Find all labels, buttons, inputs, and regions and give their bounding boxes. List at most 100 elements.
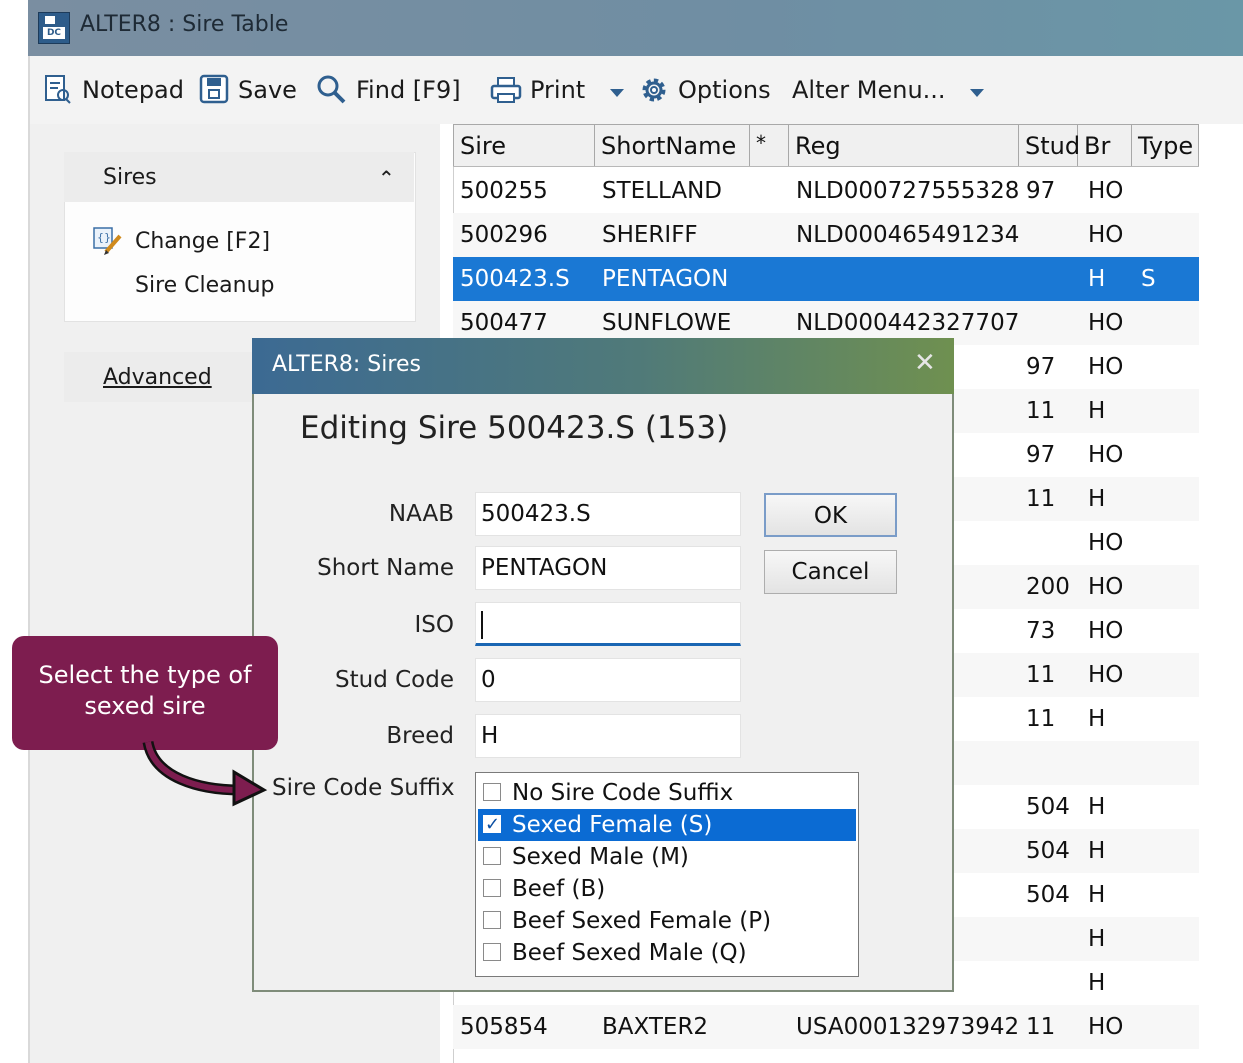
find-button[interactable]: Find [F9] — [356, 76, 461, 104]
suffix-option-label: Sexed Female (S) — [512, 812, 713, 838]
cell-reg: NLD000727555328 — [796, 178, 1020, 204]
short-name-label: Short Name — [317, 555, 454, 581]
iso-field[interactable] — [475, 602, 741, 646]
cell-br: H — [1088, 398, 1106, 424]
cell-br: HO — [1088, 574, 1124, 600]
save-button[interactable]: Save — [238, 76, 297, 104]
cell-stud: 11 — [1026, 706, 1056, 732]
cell-sire: 505854 — [460, 1014, 548, 1040]
table-row[interactable]: 500296 SHERIFF NLD000465491234 HO — [453, 213, 1199, 257]
short-name-field[interactable]: PENTAGON — [475, 546, 741, 590]
checkbox[interactable] — [483, 847, 501, 865]
cell-br: HO — [1088, 310, 1124, 336]
breed-label: Breed — [386, 723, 454, 749]
suffix-option[interactable]: Sexed Female (S) — [478, 809, 856, 841]
column-header-stud[interactable]: Stud — [1019, 124, 1080, 166]
collapse-chevron-icon-2: ⌃ — [378, 166, 395, 190]
cell-stud: 11 — [1026, 662, 1056, 688]
cell-br: HO — [1088, 354, 1124, 380]
breed-field[interactable]: H — [475, 714, 741, 758]
sires-group-title: Sires — [103, 165, 157, 190]
cell-shortname: BAXTER2 — [602, 1014, 709, 1040]
alter-menu-button[interactable]: Alter Menu... — [792, 76, 946, 104]
table-row[interactable]: 500255 STELLAND NLD000727555328 97 HO — [453, 169, 1199, 213]
advanced-group-title: Advanced — [103, 365, 212, 390]
suffix-option-label: Beef (B) — [512, 876, 606, 902]
window-title: ALTER8 : Sire Table — [80, 12, 289, 37]
cell-reg: USA000132973942 — [796, 1014, 1020, 1040]
cell-br: HO — [1088, 442, 1124, 468]
column-header-shortname[interactable]: ShortName — [595, 124, 750, 166]
cell-br: H — [1088, 794, 1106, 820]
suffix-option[interactable]: No Sire Code Suffix — [478, 777, 856, 809]
cell-shortname: SHERIFF — [602, 222, 698, 248]
close-icon[interactable]: ✕ — [914, 348, 936, 378]
cancel-button[interactable]: Cancel — [764, 550, 897, 594]
cell-br: HO — [1088, 618, 1124, 644]
cell-br: HO — [1088, 222, 1124, 248]
sire-cleanup-link[interactable]: Sire Cleanup — [135, 273, 275, 298]
column-header-reg[interactable]: Reg — [789, 124, 1019, 166]
text-cursor — [481, 610, 483, 639]
cell-br: H — [1088, 486, 1106, 512]
cell-shortname: PENTAGON — [602, 266, 729, 292]
print-dropdown-icon[interactable] — [608, 84, 626, 103]
cell-stud: 504 — [1026, 838, 1070, 864]
cell-br: H — [1088, 882, 1106, 908]
suffix-option[interactable]: Sexed Male (M) — [478, 841, 856, 873]
checkbox[interactable] — [483, 943, 501, 961]
search-icon — [316, 74, 346, 108]
cell-br: H — [1088, 706, 1106, 732]
naab-field[interactable]: 500423.S — [475, 492, 741, 536]
cell-sire: 500423.S — [460, 266, 570, 292]
cell-br: HO — [1088, 178, 1124, 204]
checkbox[interactable] — [483, 879, 501, 897]
cell-stud: 504 — [1026, 882, 1070, 908]
cell-br: H — [1088, 266, 1106, 292]
suffix-option-label: No Sire Code Suffix — [512, 780, 734, 806]
cell-shortname: STELLAND — [602, 178, 722, 204]
checkbox[interactable] — [483, 809, 501, 841]
stud-code-label: Stud Code — [335, 667, 454, 693]
change-link[interactable]: Change [F2] — [135, 229, 270, 254]
callout-text: Select the type of sexed sire — [38, 661, 252, 720]
stud-code-field[interactable]: 0 — [475, 658, 741, 702]
cell-stud: 97 — [1026, 178, 1056, 204]
column-header-br[interactable]: Br — [1078, 124, 1132, 166]
svg-text:{}: {} — [97, 231, 111, 244]
iso-label: ISO — [414, 612, 455, 638]
sire-code-suffix-label: Sire Code Suffix — [272, 775, 455, 801]
cell-br: H — [1088, 926, 1106, 952]
cell-br: H — [1088, 970, 1106, 996]
dialog-heading: Editing Sire 500423.S (153) — [300, 410, 729, 446]
checkbox[interactable] — [483, 783, 501, 801]
suffix-option[interactable]: Beef (B) — [478, 873, 856, 905]
suffix-option-label: Beef Sexed Male (Q) — [512, 940, 747, 966]
column-header-sire[interactable]: Sire — [453, 124, 595, 166]
options-button[interactable]: Options — [678, 76, 771, 104]
column-header-star[interactable]: * — [750, 124, 789, 166]
notepad-icon — [44, 74, 72, 108]
table-row[interactable]: 505854 BAXTER2 USA000132973942 11 HO — [453, 1005, 1199, 1049]
table-row[interactable]: 500423.S PENTAGON H S — [453, 257, 1199, 301]
save-icon — [199, 74, 229, 108]
alter-menu-dropdown-icon[interactable] — [968, 84, 986, 103]
column-header-type[interactable]: Type — [1132, 124, 1199, 166]
naab-label: NAAB — [388, 501, 454, 527]
app-icon: DC — [38, 12, 70, 44]
suffix-option[interactable]: Beef Sexed Female (P) — [478, 905, 856, 937]
cell-stud: 97 — [1026, 442, 1056, 468]
checkbox[interactable] — [483, 911, 501, 929]
cell-br: HO — [1088, 662, 1124, 688]
cell-stud: 11 — [1026, 486, 1056, 512]
cell-stud: 11 — [1026, 398, 1056, 424]
cell-reg: NLD000465491234 — [796, 222, 1020, 248]
print-button[interactable]: Print — [530, 76, 585, 104]
notepad-button[interactable]: Notepad — [82, 76, 184, 104]
ok-button[interactable]: OK — [764, 493, 897, 537]
callout-arrow-icon — [140, 728, 270, 812]
cell-sire: 500255 — [460, 178, 548, 204]
cell-br: H — [1088, 838, 1106, 864]
suffix-option[interactable]: Beef Sexed Male (Q) — [478, 937, 856, 969]
gear-icon — [638, 74, 670, 110]
